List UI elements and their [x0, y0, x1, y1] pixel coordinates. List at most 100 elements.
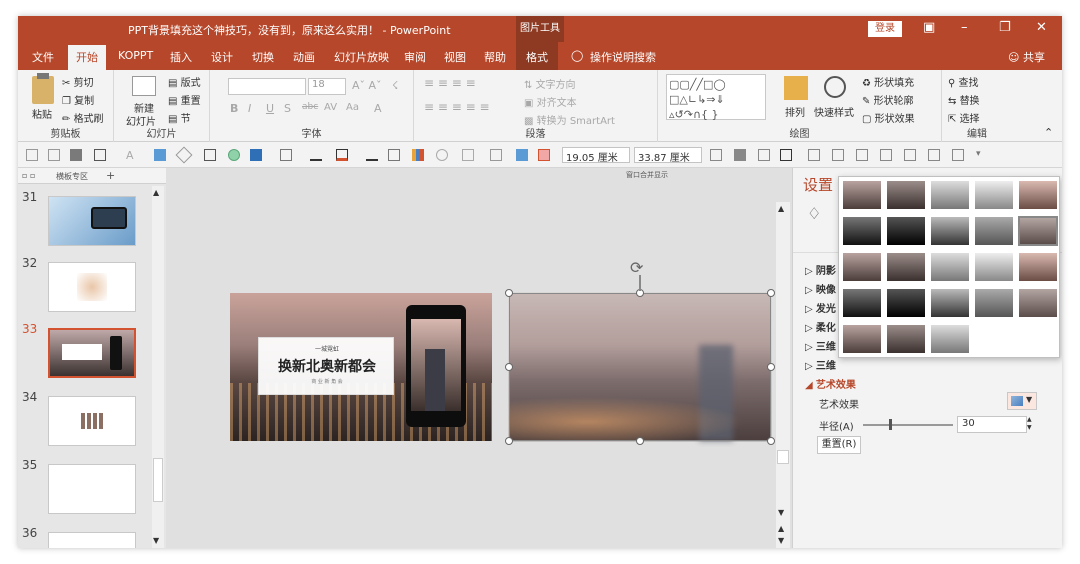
qat-textbox-icon[interactable] [94, 149, 106, 161]
tab-help[interactable]: 帮助 [484, 49, 506, 65]
artistic-effect-option[interactable] [842, 216, 882, 246]
artistic-effect-option[interactable] [886, 216, 926, 246]
panel-icon[interactable]: ▫ ▫ [22, 171, 35, 180]
replace-button[interactable]: ⇆ 替换 [948, 92, 980, 107]
scroll-down-icon[interactable]: ▼ [778, 508, 784, 517]
section-3d-rotation[interactable]: ▷ 三维 [805, 357, 836, 372]
prev-slide-icon[interactable]: ▲ [778, 524, 784, 533]
radius-slider-thumb[interactable] [889, 419, 892, 430]
tell-me-search[interactable]: 操作说明搜索 [590, 49, 656, 65]
font-color-icon[interactable]: A [374, 102, 382, 115]
resize-handle[interactable] [636, 437, 644, 445]
qat-bucket-icon[interactable] [280, 149, 292, 161]
resize-handle[interactable] [505, 289, 513, 297]
artistic-effect-option[interactable] [974, 252, 1014, 282]
artistic-effect-option[interactable] [930, 288, 970, 318]
shape-width-field[interactable]: 33.87 厘米 [634, 147, 702, 164]
qat-icon-f[interactable] [832, 149, 844, 161]
qat-picture-icon[interactable] [154, 149, 166, 161]
artistic-effect-option[interactable] [886, 288, 926, 318]
tab-format[interactable]: 格式 [516, 42, 558, 70]
artistic-effect-option[interactable] [930, 324, 970, 354]
radius-input[interactable]: 30 [957, 416, 1027, 433]
text-direction-button[interactable]: ⇅ 文字方向 [524, 76, 576, 91]
slide-thumbnail[interactable] [48, 464, 136, 514]
radius-slider-track[interactable] [863, 424, 953, 426]
artistic-effect-option[interactable] [974, 216, 1014, 246]
shape-height-field[interactable]: 19.05 厘米 [562, 147, 630, 164]
tab-horizontal-zone[interactable]: 横板专区 [56, 171, 88, 182]
next-slide-icon[interactable]: ▼ [778, 536, 784, 545]
artistic-effect-option[interactable] [842, 288, 882, 318]
qat-effects-icon[interactable] [388, 149, 400, 161]
artistic-effect-option[interactable] [1018, 216, 1058, 246]
slide-thumbnail[interactable] [48, 532, 136, 548]
grow-font-icon[interactable]: Aˇ Aˇ [352, 79, 382, 92]
qat-more-icon[interactable]: ▾ [976, 149, 988, 161]
new-slide-icon[interactable] [132, 76, 156, 96]
qat-outline-icon[interactable] [336, 149, 348, 161]
qat-eyedropper-icon[interactable] [366, 149, 378, 161]
change-case-icon[interactable]: Aa [346, 102, 359, 113]
slide-thumbnail[interactable] [48, 196, 136, 246]
scroll-up-icon[interactable]: ▲ [778, 204, 784, 213]
section-3d-format[interactable]: ▷ 三维 [805, 338, 836, 353]
artistic-effect-option[interactable] [842, 324, 882, 354]
close-icon[interactable]: ✕ [1036, 20, 1047, 35]
shadow-icon[interactable]: S [284, 102, 291, 115]
qat-icon-c[interactable] [758, 149, 770, 161]
qat-icon-i[interactable] [904, 149, 916, 161]
font-size-box[interactable]: 18 [308, 78, 346, 95]
arrange-button[interactable]: 排列 [785, 104, 805, 119]
artistic-effects-dropdown[interactable]: ▼ [1007, 392, 1037, 410]
copy-button[interactable]: ❐ 复制 [62, 92, 94, 107]
artistic-effect-option[interactable] [886, 324, 926, 354]
resize-handle[interactable] [767, 363, 775, 371]
tab-design[interactable]: 设计 [211, 49, 233, 65]
arrange-icon[interactable] [784, 76, 808, 100]
slide-preview[interactable]: 一城霓虹 换新北奥新都会 商 业 新 角 会 [230, 293, 492, 441]
find-button[interactable]: ⚲ 查找 [948, 74, 979, 89]
fill-effects-icon[interactable]: ♢ [807, 204, 821, 223]
artistic-effect-option[interactable] [930, 216, 970, 246]
qat-icon-1[interactable] [26, 149, 38, 161]
qat-icon-2[interactable] [48, 149, 60, 161]
artistic-effect-option[interactable] [886, 180, 926, 210]
minimize-icon[interactable]: – [961, 20, 968, 35]
resize-handle[interactable] [505, 437, 513, 445]
tab-home[interactable]: 开始 [68, 45, 106, 70]
paste-icon[interactable] [32, 73, 54, 104]
qat-icon-j[interactable] [928, 149, 940, 161]
qat-star-icon[interactable] [462, 149, 474, 161]
select-button[interactable]: ⇱ 选择 [948, 110, 980, 125]
qat-icon-a[interactable] [710, 149, 722, 161]
paste-button[interactable]: 粘贴 [32, 106, 52, 121]
artistic-effect-option[interactable] [930, 252, 970, 282]
add-tab-icon[interactable]: + [106, 169, 115, 182]
bold-icon[interactable]: B [230, 102, 238, 115]
layout-button[interactable]: ▤ 版式 [168, 74, 201, 89]
qat-icon-h[interactable] [880, 149, 892, 161]
section-artistic-effects[interactable]: ◢ 艺术效果 [805, 376, 856, 391]
slide-title-box[interactable]: 一城霓虹 换新北奥新都会 商 业 新 角 会 [258, 337, 394, 395]
section-button[interactable]: ▤ 节 [168, 110, 191, 125]
artistic-effect-option[interactable] [974, 180, 1014, 210]
artistic-effect-option[interactable] [886, 252, 926, 282]
qat-fill-icon[interactable] [250, 149, 262, 161]
scroll-thumb[interactable] [777, 450, 789, 464]
artistic-effect-option[interactable] [842, 180, 882, 210]
tab-koppt[interactable]: KOPPT [118, 49, 153, 62]
radius-spinner-icon[interactable]: ▲ ▼ [1027, 416, 1037, 433]
shape-fill-button[interactable]: ♻ 形状填充 [862, 74, 914, 89]
qat-icon-k[interactable] [952, 149, 964, 161]
char-spacing-icon[interactable]: AV [324, 102, 337, 113]
thumbnail-scrollbar[interactable]: ▲ ▼ [152, 186, 164, 548]
qat-icon-e[interactable] [808, 149, 820, 161]
format-painter-button[interactable]: ✏ 格式刷 [62, 110, 104, 125]
qat-group-icon[interactable] [516, 149, 528, 161]
qat-icon-d[interactable] [780, 149, 792, 161]
clear-format-icon[interactable]: ☇ [392, 79, 398, 92]
tab-insert[interactable]: 插入 [170, 49, 192, 65]
scroll-down-icon[interactable]: ▼ [153, 536, 159, 545]
tab-file[interactable]: 文件 [32, 49, 54, 65]
